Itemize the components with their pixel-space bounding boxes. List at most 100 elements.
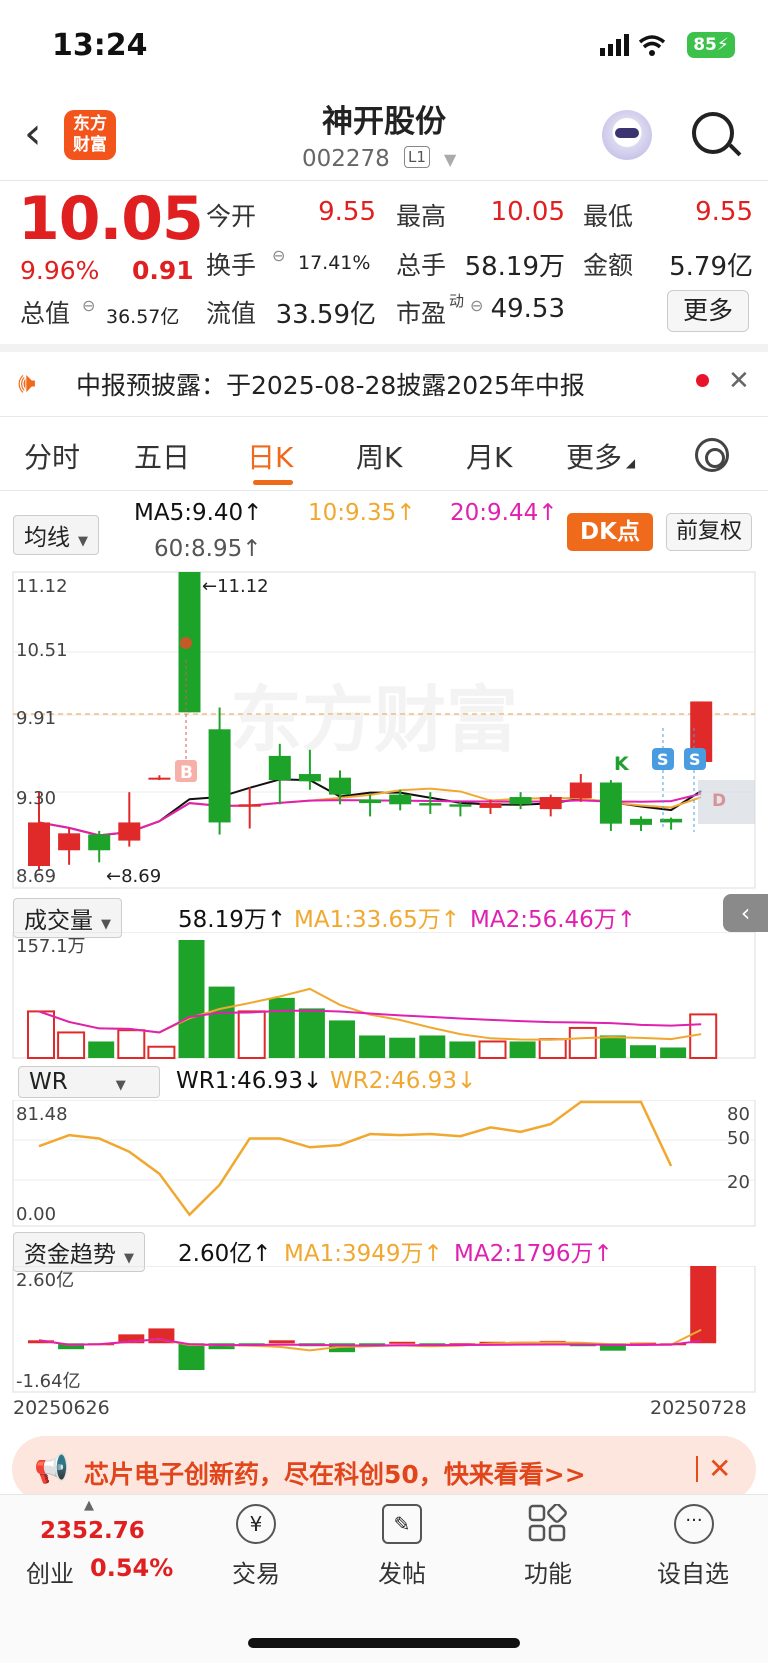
stock-code[interactable]: 002278 [302,146,390,172]
sell-marker-label: S [689,750,701,769]
volume-ma1: MA1:33.65万↑ [294,907,461,933]
candle-body [630,818,652,825]
buy-marker-label: B [180,763,193,783]
volume-bar [660,1047,687,1058]
candle-body [28,822,50,866]
fund-top-label: 2.60亿 [16,1270,74,1291]
event-dot [180,637,192,649]
info-icon[interactable]: ⊖ [82,296,95,315]
more-button[interactable]: 更多 [667,290,749,332]
high-value: 10.05 [490,197,565,227]
divider [0,180,768,181]
volume-bar [538,1038,567,1059]
gear-icon[interactable] [695,438,729,472]
tab-more[interactable]: 更多 ◢ [566,436,635,476]
close-icon[interactable]: ✕ [708,1452,731,1485]
volume-bar [237,1010,266,1059]
fund-value: 2.60亿↑ [178,1241,272,1267]
amount-label: 金额 [583,251,634,280]
open-label: 今开 [206,202,257,231]
index-percent[interactable]: 0.54% [90,1554,173,1582]
candle-body [539,797,562,810]
fund-bar [268,1340,295,1344]
tab-daily-k[interactable]: 日K [247,436,293,476]
low-mark: ←8.69 [106,866,161,887]
volume-bar [298,1008,325,1058]
candle-body [599,782,622,824]
volume-bar [147,1045,176,1059]
adjust-mode-button[interactable]: 前复权 [666,513,752,551]
volume-ma2-line [38,1009,702,1034]
volume-bar [57,1031,86,1060]
volume-bar [178,940,205,1058]
volume-bar [449,1041,476,1058]
nav-trade[interactable]: 交易 [232,1554,280,1589]
wr-selector[interactable]: WR ▼ [18,1066,160,1098]
index-name[interactable]: 创业 [26,1554,74,1589]
kline-chart[interactable]: 东方财富 11.12 10.51 9.91 9.30 8.69 ←11.12 ←… [0,570,768,890]
divider [0,416,768,417]
wr-right-50: 50 [727,1128,750,1149]
volume-bars [27,940,718,1060]
tab-monthly-k[interactable]: 月K [466,436,512,476]
collapse-panel-icon[interactable]: ‹ [723,894,768,932]
amount-value: 5.79亿 [669,252,753,282]
candle-body [238,804,261,807]
tab-minute[interactable]: 分时 [24,436,80,476]
candle-body [389,794,412,805]
trade-icon[interactable]: ¥ [236,1504,276,1544]
last-price: 10.05 [18,184,204,254]
grid-apps-icon[interactable] [528,1503,568,1544]
turnover-label: 换手 [206,251,257,280]
info-icon[interactable]: ⊖ [470,296,483,315]
float-label: 流值 [206,299,257,328]
promo-text[interactable]: 芯片电子创新药，尽在科创50，快来看看>> [84,1455,586,1491]
compose-icon[interactable]: ✎ [382,1504,422,1544]
watermark: 东方财富 [230,678,518,762]
notice-text[interactable]: 中报预披露：于2025-08-28披露2025年中报 [76,366,585,402]
wr1-value: WR1:46.93↓ [176,1068,323,1094]
ma60-value: 60:8.95↑ [154,536,262,562]
axis-label-2: 10.51 [16,640,68,661]
volume-chart: 157.1万 [12,932,756,1060]
search-icon[interactable] [692,112,734,154]
high-mark: ←11.12 [202,576,269,597]
ma-selector[interactable]: 均线 ▼ [13,515,99,555]
volume-bar [568,1026,597,1059]
chevron-down-icon[interactable]: ▼ [444,150,456,169]
divider [696,1456,698,1482]
close-icon[interactable]: ✕ [728,366,750,396]
nav-post[interactable]: 发帖 [378,1554,426,1589]
axis-label-bottom: 8.69 [16,866,56,887]
assistant-robot-icon[interactable] [602,110,652,160]
info-icon[interactable]: ⊖ [272,246,285,265]
high-label: 最高 [396,202,447,231]
volume-bar [599,1035,626,1058]
candle-body [88,834,111,851]
candle-body [58,833,81,851]
nav-function[interactable]: 功能 [524,1554,572,1589]
more-dots-icon[interactable]: ··· [674,1504,714,1544]
open-value: 9.55 [318,197,376,227]
ma10-value: 10:9.35↑ [308,500,416,526]
candle-body [449,804,472,807]
tab-five-day[interactable]: 五日 [134,436,190,476]
volume-value: 58.19万 [464,252,565,282]
megaphone-icon: 📢 [34,1452,69,1485]
pe-label: 市盈 [396,299,447,328]
volume-bar [389,1037,416,1058]
tab-weekly-k[interactable]: 周K [356,436,402,476]
index-value[interactable]: 2352.76 [40,1518,145,1544]
volume-bar [478,1040,507,1059]
volume-bar [117,1029,146,1060]
volume-ma2: MA2:56.46万↑ [470,907,637,933]
wr-right-80: 80 [727,1104,750,1125]
ma20-value: 20:9.44↑ [450,500,558,526]
candle-body [298,774,321,782]
dk-point-button[interactable]: DK点 [567,513,653,551]
low-label: 最低 [583,202,634,231]
fund-ma2: MA2:1796万↑ [454,1241,613,1267]
nav-add-watchlist[interactable]: 设自选 [657,1554,729,1589]
wr2-value: WR2:46.93↓ [330,1068,477,1094]
caret-up-icon[interactable]: ▲ [84,1498,94,1513]
